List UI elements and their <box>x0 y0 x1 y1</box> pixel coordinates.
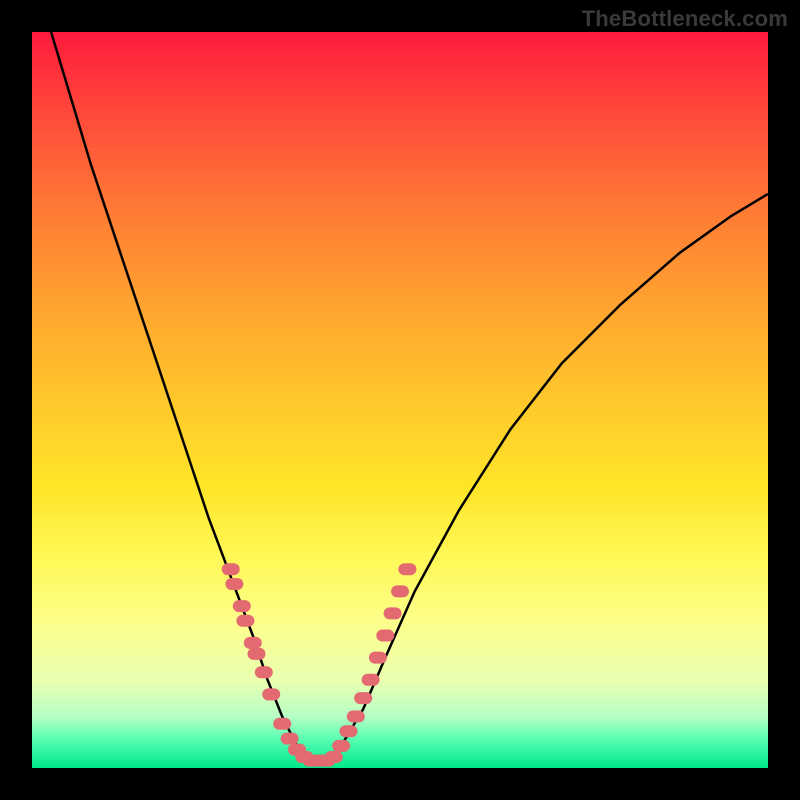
data-point <box>225 578 243 590</box>
data-point <box>332 740 350 752</box>
chart-svg <box>32 32 768 768</box>
data-point <box>362 674 380 686</box>
bottleneck-curve <box>32 0 768 761</box>
data-point <box>354 692 372 704</box>
data-point <box>281 733 299 745</box>
plot-area <box>32 32 768 768</box>
data-point <box>273 718 291 730</box>
data-point <box>369 652 387 664</box>
data-point <box>340 725 358 737</box>
data-point <box>384 607 402 619</box>
data-point <box>233 600 251 612</box>
data-point <box>325 751 343 763</box>
watermark-text: TheBottleneck.com <box>582 6 788 32</box>
data-point <box>376 630 394 642</box>
marker-layer <box>222 563 417 766</box>
data-point <box>236 615 254 627</box>
curve-layer <box>32 0 768 761</box>
data-point <box>347 711 365 723</box>
data-point <box>244 637 262 649</box>
data-point <box>222 563 240 575</box>
data-point <box>248 648 266 660</box>
data-point <box>255 666 273 678</box>
data-point <box>262 688 280 700</box>
data-point <box>398 563 416 575</box>
chart-frame: TheBottleneck.com <box>0 0 800 800</box>
data-point <box>391 585 409 597</box>
